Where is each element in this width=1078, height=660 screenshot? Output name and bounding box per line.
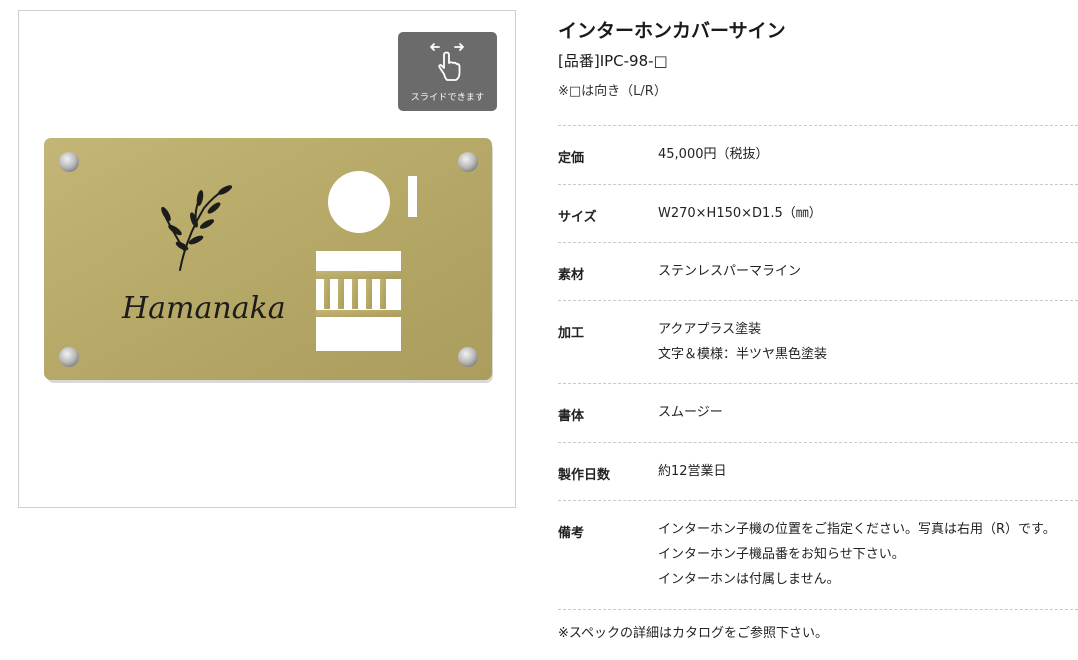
spec-row-price: 定価 45,000円（税抜） [558,125,1078,184]
spec-value: 約12営業日 [658,459,727,484]
screw [458,347,478,367]
spec-value-line: 文字＆模様：半ツヤ黒色塗装 [658,347,828,362]
spec-value: 45,000円（税抜） [658,142,769,167]
spec-value-line: W270×H150×D1.5（㎜） [658,206,822,221]
screw [59,152,79,172]
spec-label: 製作日数 [558,468,611,483]
spec-row-typeface: 書体 スムージー [558,383,1078,442]
spec-value: インターホン子機の位置をご指定ください。写真は右用（R）です。 インターホン子機… [658,517,1056,592]
spec-label: 書体 [558,409,585,424]
catalog-note: ※スペックの詳細はカタログをご参照下さい。 [558,626,828,641]
divider [558,609,1078,610]
spec-row-lead-time: 製作日数 約12営業日 [558,442,1078,501]
product-photo: Hamanaka [44,138,493,387]
spec-value-line: ステンレスパーマライン [658,264,802,279]
spec-row-remarks: 備考 インターホン子機の位置をご指定ください。写真は右用（R）です。 インターホ… [558,500,1078,609]
spec-value-line: インターホン子機の位置をご指定ください。写真は右用（R）です。 [658,522,1056,537]
spec-value-line: アクアプラス塗装 [658,322,762,337]
spec-value: W270×H150×D1.5（㎜） [658,201,822,226]
spec-label: 加工 [558,326,585,341]
spec-value-line: 約12営業日 [658,464,727,479]
spec-label: 素材 [558,268,585,283]
slide-hint-badge[interactable]: スライドできます [398,32,497,111]
screw [59,347,79,367]
spec-value: アクアプラス塗装 文字＆模様：半ツヤ黒色塗装 [658,317,827,367]
spec-row-size: サイズ W270×H150×D1.5（㎜） [558,184,1078,243]
spec-row-finish: 加工 アクアプラス塗装 文字＆模様：半ツヤ黒色塗装 [558,300,1078,383]
intercom-cover-sign-image: Hamanaka [44,138,493,383]
plate-name-text: Hamanaka [121,291,286,326]
product-note: ※□は向き（L/R） [558,84,667,99]
spec-value: スムージー [658,400,723,425]
spec-row-material: 素材 ステンレスパーマライン [558,242,1078,301]
spec-value-line: 45,000円（税抜） [658,147,769,162]
brass-plate [44,138,492,380]
spec-value-line: インターホンは付属しません。 [658,572,840,587]
product-code: [品番]IPC-98-□ [558,52,668,70]
spec-label: 備考 [558,526,585,541]
slide-hint-text: スライドできます [410,93,485,103]
product-title: インターホンカバーサイン [558,20,786,42]
spec-value-line: スムージー [658,405,723,420]
swipe-hand-icon [430,43,464,81]
spec-label: 定価 [558,151,585,166]
spec-value-line: インターホン子機品番をお知らせ下さい。 [658,547,905,562]
spec-label: サイズ [558,210,597,225]
spec-value: ステンレスパーマライン [658,259,801,284]
product-image-viewer[interactable]: スライドできます Hamanaka [18,10,516,508]
screw [458,152,478,172]
